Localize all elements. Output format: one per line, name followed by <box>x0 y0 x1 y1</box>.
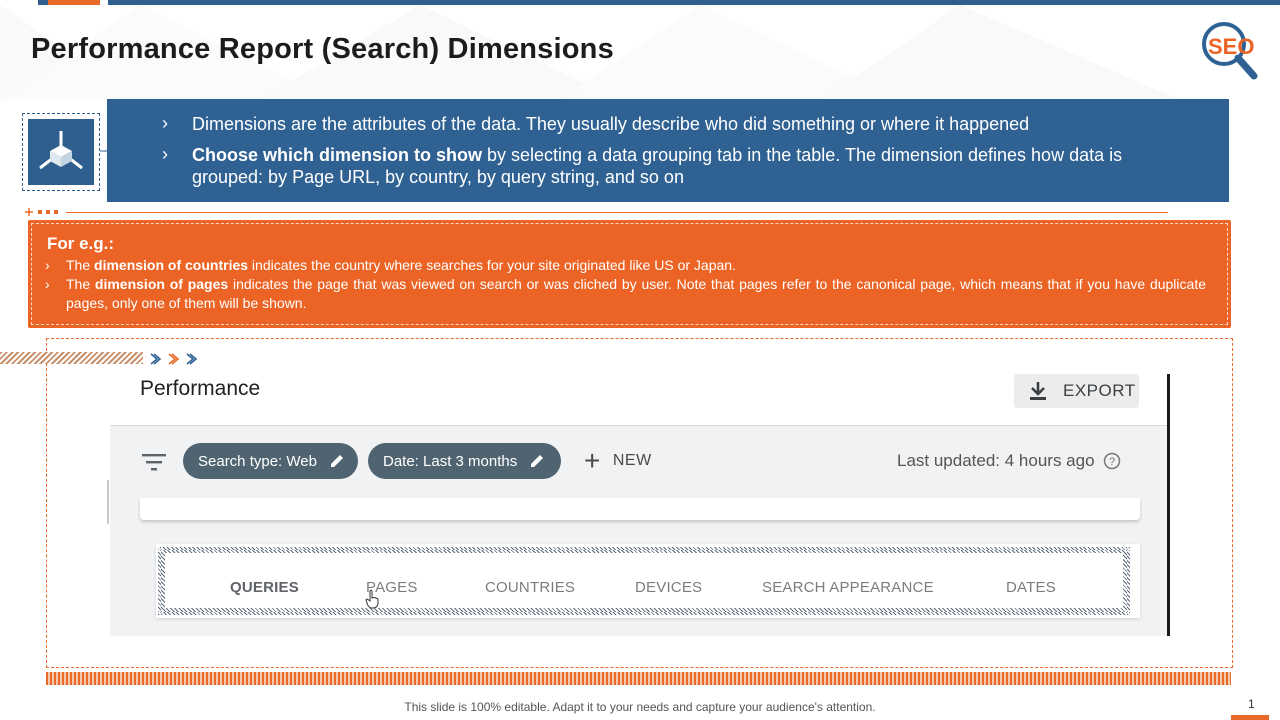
footer-note: This slide is 100% editable. Adapt it to… <box>404 700 876 714</box>
frame-edge <box>1167 374 1170 636</box>
filter-chip-label: Search type: Web <box>198 452 317 470</box>
filter-chip-date[interactable]: Date: Last 3 months <box>368 443 561 479</box>
gsc-page-title: Performance <box>140 377 261 400</box>
definition-point: › Choose which dimension to show by sele… <box>162 144 1192 188</box>
divider-line <box>66 212 1168 213</box>
tab-queries[interactable]: QUERIES <box>230 579 299 596</box>
search-console-screenshot: Performance EXPORT Search type: Web Date… <box>110 374 1170 636</box>
pencil-icon <box>531 455 544 467</box>
definition-point-emphasis: Choose which dimension to show <box>192 145 483 165</box>
cube-network-icon <box>39 131 83 170</box>
gsc-filter-bar: Search type: Web Date: Last 3 months + N… <box>110 427 1167 497</box>
example-item-emphasis: dimension of countries <box>94 257 249 273</box>
example-item: › The dimension of countries indicates t… <box>45 256 1206 275</box>
new-filter-button[interactable]: + NEW <box>584 445 652 476</box>
slide-title: Performance Report (Search) Dimensions <box>31 33 614 65</box>
page-number-accent <box>1231 715 1269 720</box>
bullet-chevron-icon: › <box>45 276 50 292</box>
dimension-tabs: QUERIES PAGES COUNTRIES DEVICES SEARCH A… <box>165 553 1123 608</box>
page-number: 1 <box>1248 697 1255 711</box>
export-button[interactable]: EXPORT <box>1014 374 1139 408</box>
svg-text:?: ? <box>1108 456 1114 468</box>
tab-countries[interactable]: COUNTRIES <box>485 579 575 596</box>
divider-dots <box>25 208 58 216</box>
export-label: EXPORT <box>1063 381 1136 400</box>
triple-chevron-icon <box>150 353 198 365</box>
pencil-icon <box>330 455 343 467</box>
example-item-text: The dimension of countries indicates the… <box>66 257 736 273</box>
tab-search-appearance[interactable]: SEARCH APPEARANCE <box>762 579 934 596</box>
filter-chip-label: Date: Last 3 months <box>383 452 518 470</box>
tab-dates[interactable]: DATES <box>1006 579 1056 596</box>
seo-magnifier-icon: SEO <box>1202 22 1258 80</box>
hatch-decoration <box>0 352 143 364</box>
example-item: › The dimension of pages indicates the p… <box>45 275 1206 313</box>
definition-panel: › Dimensions are the attributes of the d… <box>107 99 1229 202</box>
bullet-chevron-icon: › <box>162 113 168 133</box>
new-filter-label: NEW <box>612 452 652 469</box>
panel-icon-tile <box>28 119 94 185</box>
example-item-emphasis: dimension of pages <box>94 276 229 292</box>
gsc-dimension-tabs-card: QUERIES PAGES COUNTRIES DEVICES SEARCH A… <box>156 544 1140 618</box>
logo-text: SEO <box>1208 34 1254 59</box>
filter-chip-search-type[interactable]: Search type: Web <box>183 443 358 479</box>
gsc-chart-card-edge <box>140 498 1140 520</box>
question-circle-icon[interactable]: ? <box>1103 452 1121 470</box>
hand-pointer-icon <box>365 589 379 609</box>
tab-devices[interactable]: DEVICES <box>635 579 702 596</box>
definition-point-text: Choose which dimension to show by select… <box>192 144 1192 188</box>
panel-icon-frame <box>22 113 100 191</box>
filter-lines-icon[interactable] <box>142 453 166 471</box>
example-title: For e.g.: <box>47 234 115 253</box>
definition-point: › Dimensions are the attributes of the d… <box>162 113 1192 135</box>
bullet-chevron-icon: › <box>45 257 50 273</box>
frame-edge <box>107 480 109 524</box>
gsc-header: Performance EXPORT <box>110 374 1167 426</box>
last-updated-text: Last updated: 4 hours ago <box>897 451 1095 470</box>
bullet-chevron-icon: › <box>162 144 168 164</box>
definition-point-text: Dimensions are the attributes of the dat… <box>192 114 1030 134</box>
bottom-hatch-decoration <box>46 672 1231 685</box>
last-updated-status: Last updated: 4 hours ago ? <box>897 451 1121 471</box>
plus-icon: + <box>584 445 601 476</box>
example-panel: For e.g.: › The dimension of countries i… <box>28 220 1231 328</box>
download-icon <box>1030 382 1046 400</box>
example-item-text: The dimension of pages indicates the pag… <box>66 276 1206 311</box>
